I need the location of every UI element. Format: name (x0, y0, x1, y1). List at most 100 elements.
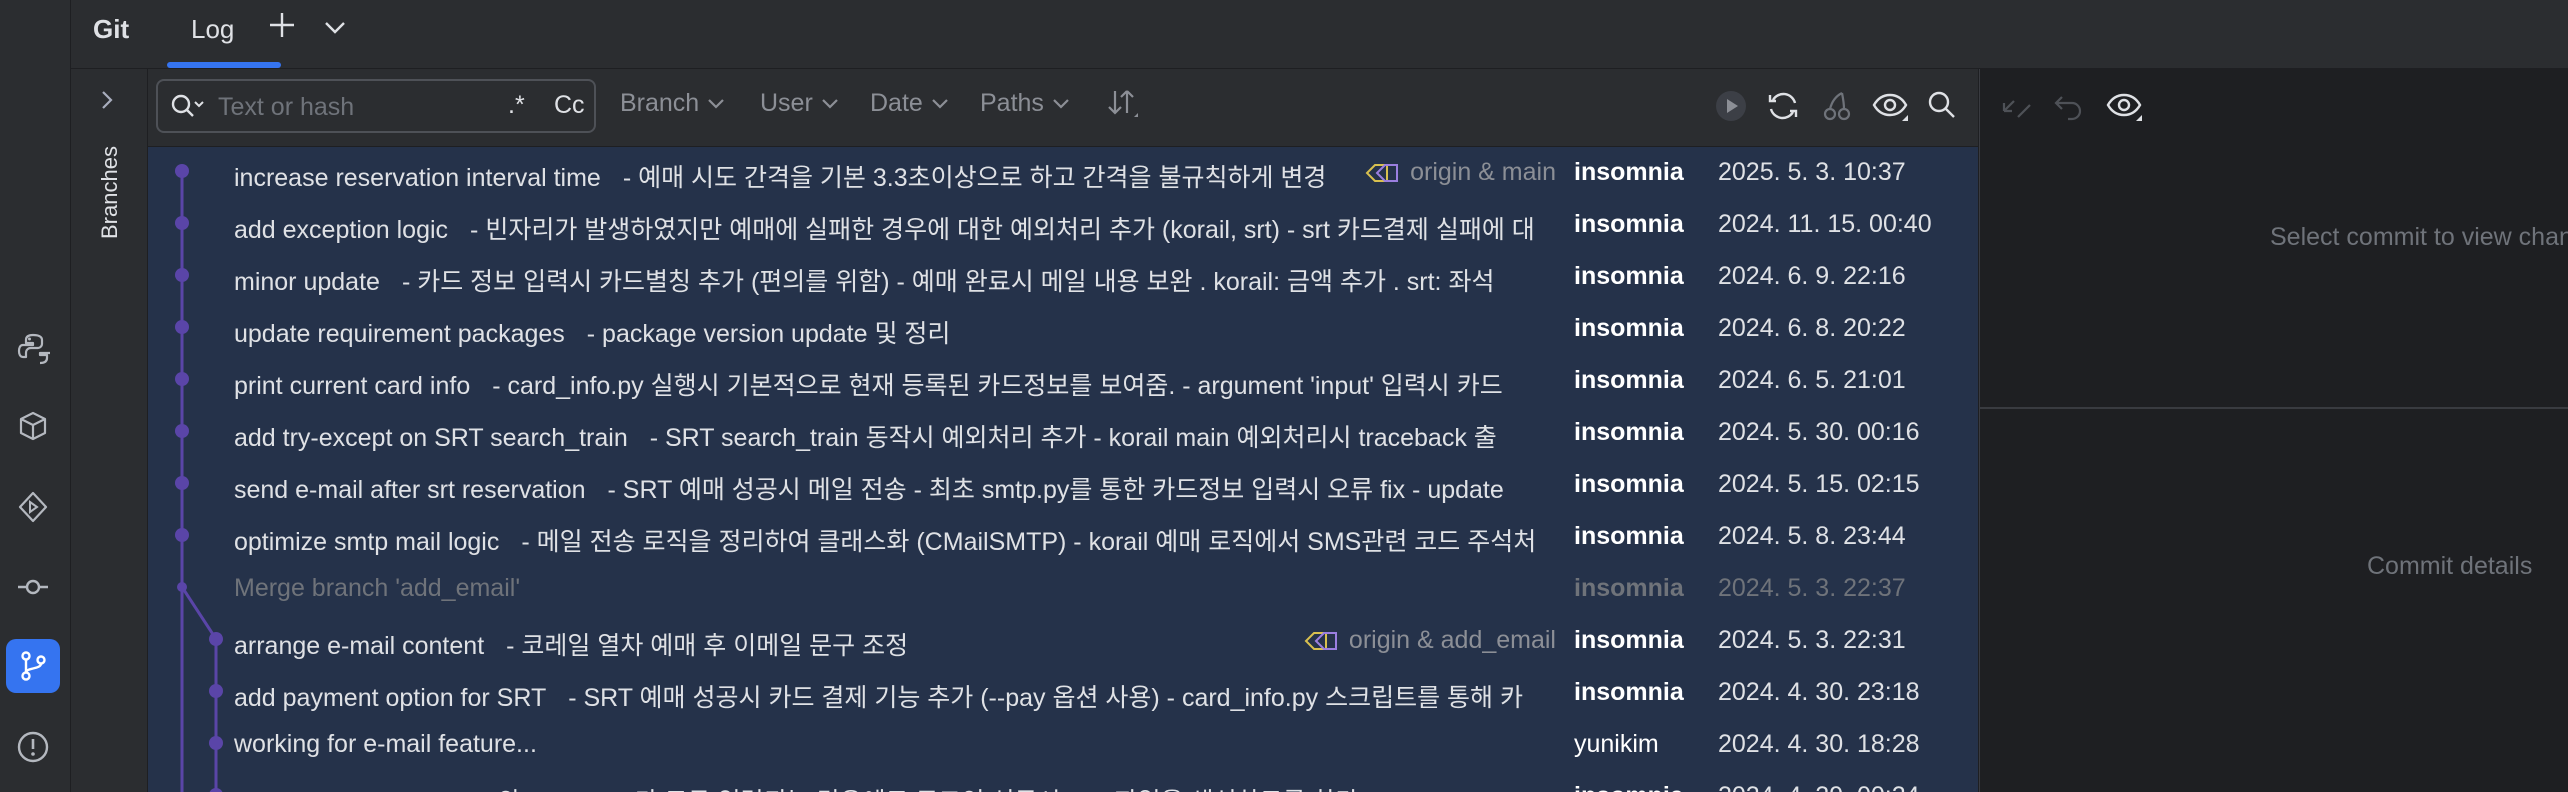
active-tab-indicator (167, 62, 281, 68)
select-commit-hint: Select commit to view changes (2270, 223, 2568, 251)
commit-title: working for e-mail feature... (234, 730, 537, 758)
commit-body: - package version update 및 정리 (586, 320, 951, 348)
commit-row[interactable]: update requirement packages - package ver… (148, 303, 1978, 355)
chevron-down-icon (708, 98, 724, 109)
commit-row[interactable]: minor update - 카드 정보 입력시 카드별칭 추가 (편의를 위함)… (148, 251, 1978, 303)
commit-date: 2024. 5. 30. 00:16 (1718, 418, 1920, 446)
view-options-icon[interactable] (1872, 89, 1910, 128)
run-icon[interactable] (1714, 89, 1748, 128)
chevron-down-icon[interactable] (323, 12, 347, 47)
tool-window-title: Git (93, 14, 130, 44)
user-filter[interactable]: User (760, 89, 839, 118)
commit-title: improve login logic (234, 788, 441, 792)
date-filter-label: Date (870, 89, 923, 117)
commit-date: 2024. 6. 5. 21:01 (1718, 366, 1906, 394)
tab-log[interactable]: Log (191, 14, 234, 45)
tag-icon (1365, 163, 1399, 182)
revert-icon[interactable] (2052, 89, 2086, 128)
services-icon[interactable] (6, 480, 60, 534)
ref-labels[interactable]: origin & add_email (1294, 626, 1556, 655)
branch-filter-label: Branch (620, 89, 700, 117)
commit-date: 2024. 5. 8. 23:44 (1718, 522, 1906, 550)
log-filter-bar: .* Cc Branch User Date Paths (148, 69, 1978, 146)
search-input[interactable] (216, 91, 460, 123)
commit-row[interactable]: add exception logic - 빈자리가 발생하였지만 예매에 실패한… (148, 199, 1978, 251)
commit-message: add payment option for SRT - SRT 예매 성공시 카… (234, 678, 1574, 714)
branches-toggle[interactable]: Branches (97, 139, 127, 249)
commit-author: insomnia (1574, 470, 1684, 498)
commit-list[interactable]: increase reservation interval time - 예매 시… (148, 147, 1978, 792)
commit-title: add try-except on SRT search_train (234, 424, 628, 452)
commit-body: - 메일 전송 로직을 정리하여 클래스화 (CMailSMTP) - kora… (521, 528, 1537, 556)
commit-author: insomnia (1574, 158, 1684, 186)
commit-date: 2024. 4. 30. 18:28 (1718, 730, 1920, 758)
commit-row[interactable]: arrange e-mail content - 코레일 열차 예매 후 이메일 … (148, 615, 1978, 667)
commit-row[interactable]: improve login logic - id와 password가 모두 입력… (148, 771, 1978, 792)
commit-row[interactable]: add try-except on SRT search_train - SRT … (148, 407, 1978, 459)
commit-message: improve login logic - id와 password가 모두 입력… (234, 782, 1574, 792)
commit-message: optimize smtp mail logic - 메일 전송 로직을 정리하여… (234, 522, 1574, 558)
search-icon[interactable] (170, 93, 204, 126)
commit-row[interactable]: optimize smtp mail logic - 메일 전송 로직을 정리하여… (148, 511, 1978, 563)
python-packages-icon[interactable] (6, 400, 60, 454)
commit-message: working for e-mail feature... (234, 730, 1574, 759)
problems-icon[interactable] (6, 720, 60, 774)
date-filter[interactable]: Date (870, 89, 949, 118)
commit-date: 2024. 6. 9. 22:16 (1718, 262, 1906, 290)
commit-message: print current card info - card_info.py 실행… (234, 366, 1574, 402)
commit-message: add try-except on SRT search_train - SRT … (234, 418, 1574, 454)
regex-toggle[interactable]: .* (508, 91, 525, 120)
details-toolbar (1980, 69, 2568, 146)
commit-body: - SRT 예매 성공시 카드 결제 기능 추가 (--pay 옵션 사용) -… (568, 684, 1523, 712)
commit-row[interactable]: send e-mail after srt reservation - SRT 예… (148, 459, 1978, 511)
commit-date: 2024. 4. 30. 23:18 (1718, 678, 1920, 706)
commit-author: insomnia (1574, 626, 1684, 654)
commit-row[interactable]: Merge branch 'add_email' insomnia 2024. 5.… (148, 563, 1978, 615)
branches-panel: Branches (71, 69, 148, 792)
commit-message: update requirement packages - package ver… (234, 314, 1574, 350)
commit-author: yunikim (1574, 730, 1659, 758)
ref-labels[interactable]: origin & main (1356, 158, 1556, 187)
commit-author: insomnia (1574, 418, 1684, 446)
cherry-pick-icon[interactable] (1820, 89, 1854, 128)
commit-author: insomnia (1574, 262, 1684, 290)
commit-title: send e-mail after srt reservation (234, 476, 586, 504)
chevron-down-icon (822, 98, 838, 109)
commit-details-placeholder: Commit details (2367, 552, 2533, 580)
match-case-toggle[interactable]: Cc (554, 91, 585, 120)
compare-icon[interactable] (2000, 89, 2034, 128)
tab-bar: Git Log (71, 0, 2568, 69)
commit-body: - 예매 시도 간격을 기본 3.3초이상으로 하고 간격을 불규칙하게 변경 (622, 164, 1327, 192)
commit-row[interactable]: increase reservation interval time - 예매 시… (148, 147, 1978, 199)
expand-branches-icon[interactable] (99, 89, 115, 118)
paths-filter[interactable]: Paths (980, 89, 1070, 118)
commit-title: add exception logic (234, 216, 449, 244)
commit-date: 2024. 4. 29. 00:24 (1718, 782, 1920, 792)
branch-filter[interactable]: Branch (620, 89, 725, 118)
tag-icon (1304, 631, 1337, 650)
commit-title: optimize smtp mail logic (234, 528, 500, 556)
commit-author: insomnia (1574, 366, 1684, 394)
commit-date: 2024. 11. 15. 00:40 (1718, 210, 1932, 238)
commit-row[interactable]: working for e-mail feature... yunikim 2024… (148, 719, 1978, 771)
commit-date: 2024. 6. 8. 20:22 (1718, 314, 1906, 342)
details-view-options-icon[interactable] (2106, 89, 2144, 128)
git-branch-icon[interactable] (6, 639, 60, 693)
commit-date: 2025. 5. 3. 10:37 (1718, 158, 1906, 186)
sort-icon[interactable] (1106, 87, 1140, 126)
paths-filter-label: Paths (980, 89, 1044, 117)
ref-label-text: origin & add_email (1348, 626, 1556, 654)
search-log-icon[interactable] (1926, 89, 1958, 126)
commit-body: - card_info.py 실행시 기본적으로 현재 등록된 카드정보를 보여… (492, 372, 1503, 400)
python-console-icon[interactable] (6, 322, 60, 376)
add-tab-icon[interactable] (267, 10, 297, 46)
chevron-down-icon (1053, 98, 1069, 109)
tool-window-strip (0, 0, 71, 792)
commit-body: - 카드 정보 입력시 카드별칭 추가 (편의를 위함) - 예매 완료시 메일… (401, 268, 1495, 296)
refresh-icon[interactable] (1766, 89, 1800, 128)
commit-icon[interactable] (6, 560, 60, 614)
commit-row[interactable]: print current card info - card_info.py 실행… (148, 355, 1978, 407)
commit-row[interactable]: add payment option for SRT - SRT 예매 성공시 카… (148, 667, 1978, 719)
commit-body: - SRT 예매 성공시 메일 전송 - 최초 smtp.py를 통한 카드정보… (607, 476, 1504, 504)
search-box: .* Cc (156, 79, 596, 133)
